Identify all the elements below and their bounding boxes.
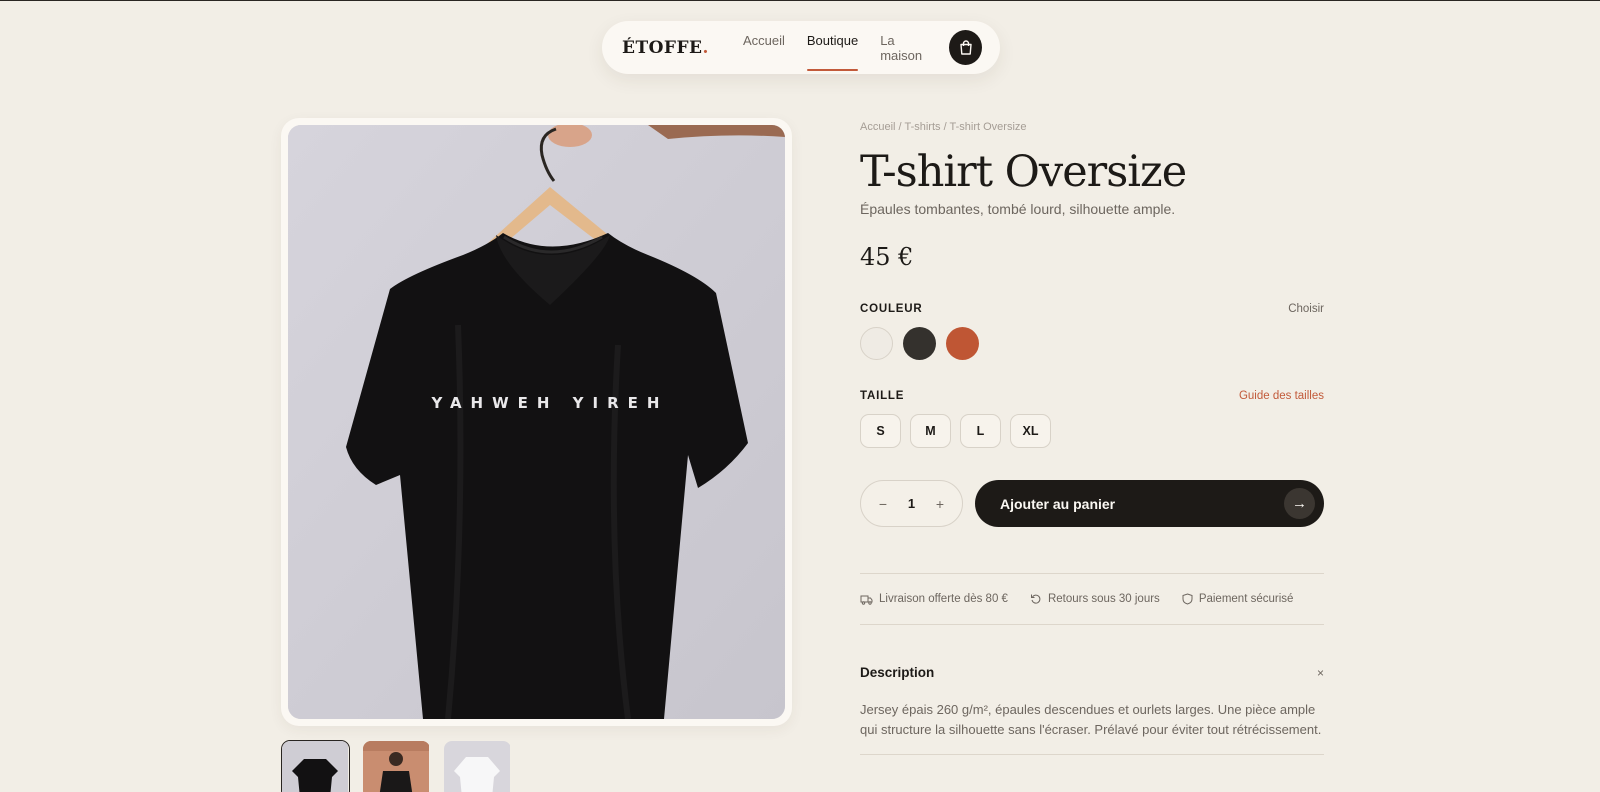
brand-logo[interactable]: ÉTOFFE. <box>622 38 709 58</box>
perks-bar: Livraison offerte dès 80 € Retours sous … <box>860 573 1324 625</box>
breadcrumb: Accueil / T-shirts / T-shirt Oversize <box>860 121 1027 133</box>
breadcrumb-t-shirts[interactable]: T-shirts <box>904 121 940 133</box>
description-title[interactable]: Description <box>860 665 934 680</box>
shield-icon <box>1182 593 1193 605</box>
color-selector: COULEUR Choisir <box>860 303 1324 360</box>
arrow-right-icon: → <box>1284 488 1315 519</box>
color-swatch-ecru[interactable] <box>860 327 893 360</box>
size-label: TAILLE <box>860 390 905 402</box>
size-option-l[interactable]: L <box>960 414 1001 448</box>
perk-returns: Retours sous 30 jours <box>1030 593 1160 605</box>
nav-links: Accueil Boutique La maison <box>743 27 949 71</box>
perk-secure-payment: Paiement sécurisé <box>1182 593 1293 605</box>
close-icon[interactable]: × <box>1317 666 1324 680</box>
size-option-m[interactable]: M <box>910 414 951 448</box>
description-accordion: Description × Jersey épais 260 g/m², épa… <box>860 665 1324 755</box>
cart-button[interactable] <box>949 30 982 65</box>
product-main-image[interactable]: YAHWEH YIREH <box>288 125 785 719</box>
shopping-bag-icon <box>959 40 972 55</box>
nav-link-la-maison[interactable]: La maison <box>880 27 927 69</box>
product-subtitle: Épaules tombantes, tombé lourd, silhouet… <box>860 201 1176 217</box>
size-guide-link[interactable]: Guide des tailles <box>1239 390 1324 402</box>
product-info: Accueil / T-shirts / T-shirt Oversize T-… <box>860 121 1324 755</box>
truck-icon <box>860 595 873 605</box>
perk-delivery: Livraison offerte dès 80 € <box>860 593 1008 605</box>
quantity-decrease-button[interactable]: − <box>877 496 889 512</box>
thumbnail-white-tshirt[interactable] <box>443 740 512 792</box>
purchase-row: − 1 + Ajouter au panier → <box>860 480 1324 527</box>
description-text: Jersey épais 260 g/m², épaules descendue… <box>860 702 1322 737</box>
tshirt-photo: YAHWEH YIREH <box>288 125 785 719</box>
thumbnail-strip <box>281 740 512 792</box>
nav-link-boutique[interactable]: Boutique <box>806 27 859 71</box>
add-to-cart-button[interactable]: Ajouter au panier → <box>975 480 1324 527</box>
product-image-frame: YAHWEH YIREH <box>281 118 792 726</box>
product-price: 45 € <box>860 243 914 271</box>
color-swatch-black[interactable] <box>903 327 936 360</box>
size-option-s[interactable]: S <box>860 414 901 448</box>
color-label: COULEUR <box>860 303 923 315</box>
thumbnail-black-tshirt[interactable] <box>281 740 350 792</box>
color-swatch-terracotta[interactable] <box>946 327 979 360</box>
size-selector: TAILLE Guide des tailles S M L XL <box>860 390 1324 448</box>
color-hint: Choisir <box>1288 303 1324 315</box>
quantity-increase-button[interactable]: + <box>934 496 946 512</box>
breadcrumb-current: T-shirt Oversize <box>949 121 1027 133</box>
breadcrumb-accueil[interactable]: Accueil <box>860 121 895 133</box>
quantity-value: 1 <box>907 496 916 511</box>
product-title: T-shirt Oversize <box>860 147 1187 197</box>
quantity-stepper: − 1 + <box>860 480 963 527</box>
return-icon <box>1030 594 1041 604</box>
thumbnail-model[interactable] <box>362 740 431 792</box>
tshirt-print-text: YAHWEH YIREH <box>431 394 669 412</box>
size-option-xl[interactable]: XL <box>1010 414 1051 448</box>
add-to-cart-label: Ajouter au panier <box>1000 495 1116 512</box>
nav-link-accueil[interactable]: Accueil <box>743 27 785 69</box>
top-navbar: ÉTOFFE. Accueil Boutique La maison <box>602 21 1000 74</box>
